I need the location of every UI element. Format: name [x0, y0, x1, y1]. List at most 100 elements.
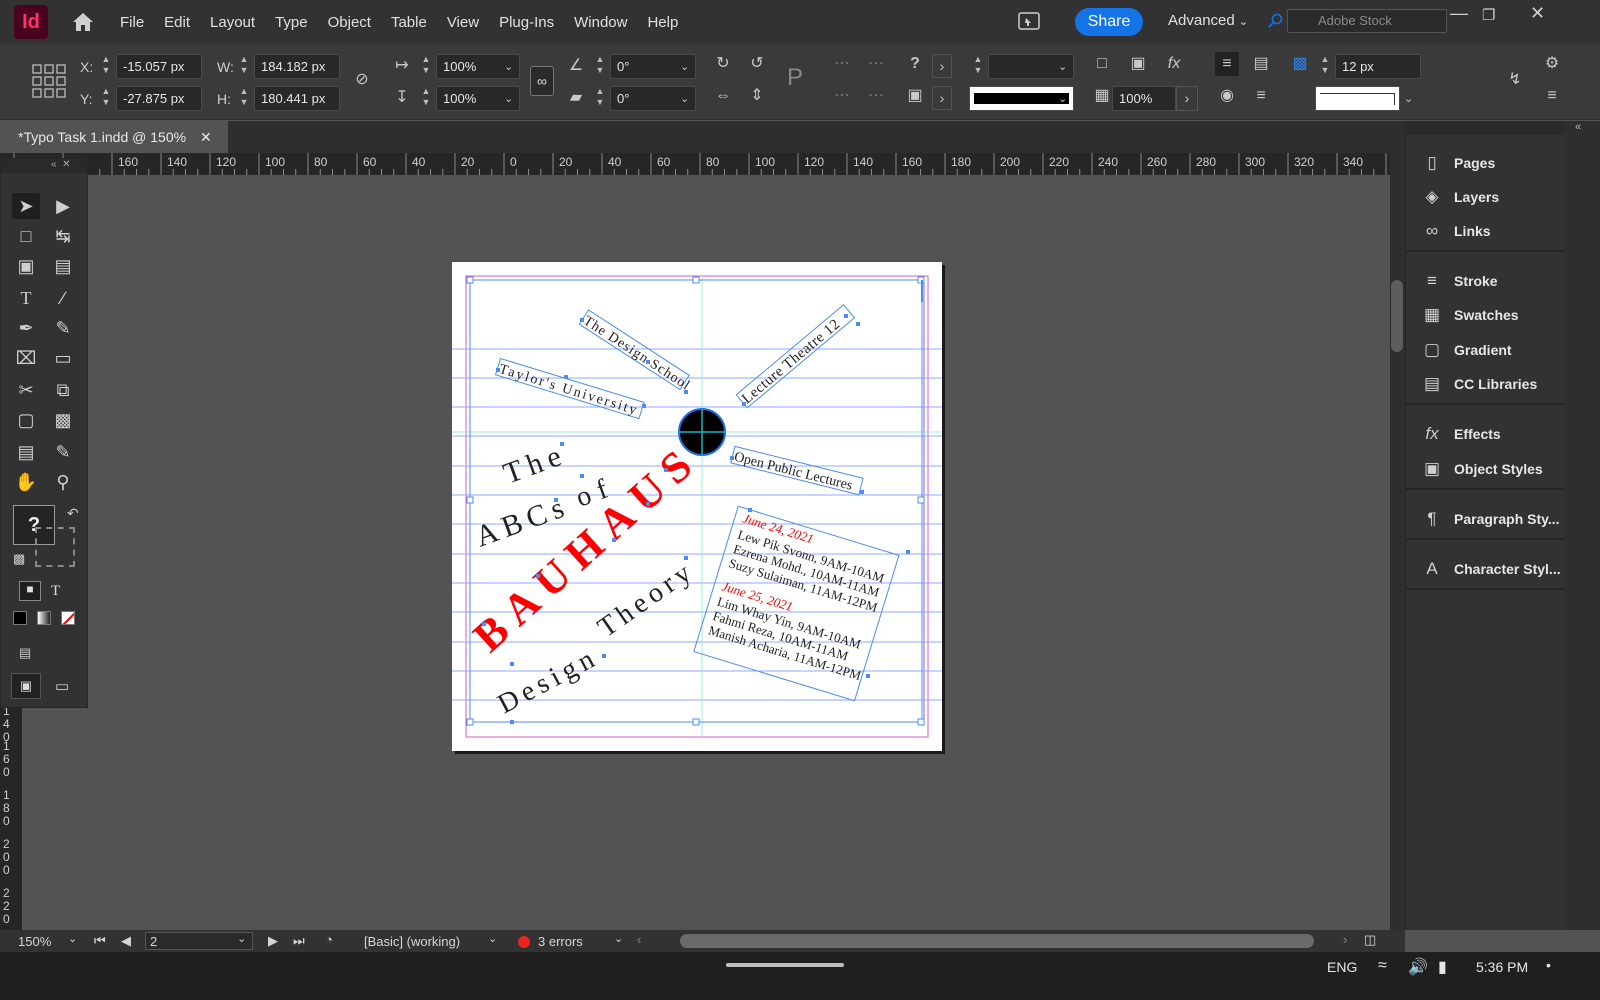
preview-view-icon[interactable]: ▭ [55, 677, 69, 695]
chevron-down-icon[interactable]: ⌄ [1404, 92, 1413, 105]
panel-stroke[interactable]: ≡ Stroke [1406, 266, 1566, 296]
page-tool-icon[interactable]: □ [12, 223, 40, 249]
text-lecture-theatre[interactable]: Lecture Theatre 12 [739, 316, 843, 407]
chevron-down-icon[interactable]: ⌄ [680, 92, 689, 105]
y-field[interactable]: -27.875 px [116, 86, 202, 111]
notification-dot-icon[interactable]: • [1546, 957, 1551, 973]
default-fill-stroke-icon[interactable]: ▩ [13, 551, 25, 567]
apply-color-icon[interactable] [13, 611, 27, 625]
text-wrap-bbox-icon[interactable]: ▤ [1249, 52, 1273, 76]
flip-vertical-icon[interactable]: ⇕ [745, 84, 769, 108]
chevron-down-icon[interactable]: ⌄ [680, 60, 689, 73]
menu-window[interactable]: Window [564, 14, 637, 31]
menu-table[interactable]: Table [381, 14, 437, 31]
gradient-swatch-tool-icon[interactable]: ▢ [12, 407, 40, 433]
pen-tool-icon[interactable]: ✒ [12, 315, 40, 341]
menu-plugins[interactable]: Plug-Ins [489, 14, 564, 31]
apply-none-icon[interactable] [61, 611, 75, 625]
corner-options-icon[interactable]: ▩ [1288, 52, 1312, 76]
restore-icon[interactable]: ❐ [1482, 6, 1495, 24]
note-tool-icon[interactable]: ▤ [12, 439, 40, 465]
previous-page-icon[interactable]: ◀ [121, 933, 131, 949]
adobe-stock-search[interactable]: Adobe Stock [1287, 9, 1447, 33]
chevron-right-icon[interactable]: › [932, 86, 952, 110]
scissors-tool-icon[interactable]: ✂ [12, 377, 40, 403]
scroll-left-icon[interactable]: ‹ [637, 932, 641, 947]
close-tab-icon[interactable]: ✕ [200, 129, 212, 145]
chevron-down-icon[interactable]: ⌄ [68, 932, 77, 945]
text-design-school[interactable]: The Design School [580, 314, 692, 394]
select-container-icon[interactable]: ⋯ [830, 52, 854, 76]
rotate-cw-icon[interactable]: ↻ [711, 52, 735, 76]
schedule-block[interactable]: June 24, 2021 Lew Pik Svonn, 9AM-10AM Ez… [693, 505, 900, 702]
chevron-down-icon[interactable]: ⌄ [614, 932, 623, 945]
panel-gradient[interactable]: ▢ Gradient [1406, 335, 1566, 365]
rotate-ccw-icon[interactable]: ↺ [745, 52, 769, 76]
corner-shape-dropdown[interactable] [1315, 86, 1400, 111]
chevron-down-icon[interactable]: ⌄ [504, 92, 513, 105]
drop-shadow-icon[interactable]: ▣ [1126, 52, 1150, 76]
scroll-right-icon[interactable]: › [1343, 932, 1347, 947]
help-question-icon[interactable]: ? [903, 52, 927, 76]
volume-icon[interactable]: 🔊 [1408, 957, 1428, 977]
close-window-icon[interactable]: ✕ [1530, 3, 1545, 24]
text-theory[interactable]: Theory [592, 555, 701, 644]
reference-point-icon[interactable] [32, 64, 66, 98]
chevron-down-icon[interactable]: ⌄ [1058, 60, 1067, 73]
content-placer-icon[interactable]: ▤ [49, 253, 77, 279]
type-tool-icon[interactable]: T [12, 285, 40, 311]
h-stepper[interactable]: ▲ ▼ [235, 86, 253, 111]
panel-object-styles[interactable]: ▣ Object Styles [1406, 454, 1566, 484]
opacity-field[interactable]: 100% [1112, 86, 1176, 111]
quick-actions-icon[interactable]: ↯ [1503, 68, 1527, 92]
vertical-scrollbar[interactable] [1390, 153, 1405, 930]
publish-online-icon[interactable] [1017, 10, 1041, 32]
document-tab[interactable]: *Typo Task 1.indd @ 150% ✕ [0, 121, 228, 153]
line-tool-icon[interactable]: ∕ [49, 285, 77, 311]
hand-tool-icon[interactable]: ✋ [12, 469, 40, 495]
panel-links[interactable]: ∞ Links [1406, 216, 1566, 246]
stroke-weight-stepper[interactable]: ▲ ▼ [969, 54, 987, 79]
text-wrap-shape-icon[interactable]: ◉ [1215, 84, 1239, 108]
free-transform-tool-icon[interactable]: ⧉ [49, 377, 77, 403]
menu-object[interactable]: Object [318, 14, 381, 31]
minimize-icon[interactable]: — [1450, 3, 1468, 24]
pencil-tool-icon[interactable]: ✎ [49, 315, 77, 341]
menu-edit[interactable]: Edit [154, 14, 200, 31]
panel-pages[interactable]: ▯ Pages [1406, 148, 1566, 178]
panel-menu-icon[interactable]: ≡ [1540, 84, 1564, 108]
formatting-text-icon[interactable]: T [51, 583, 60, 600]
clock[interactable]: 5:36 PM [1476, 959, 1528, 975]
h-field[interactable]: 180.441 px [254, 86, 340, 111]
panel-swatches[interactable]: ▦ Swatches [1406, 300, 1566, 330]
chevron-down-icon[interactable]: ⌄ [1058, 92, 1067, 105]
w-stepper[interactable]: ▲ ▼ [235, 54, 253, 79]
horizontal-ruler[interactable]: 160 140 120 100 80 60 40 20 0 20 40 60 8… [0, 153, 1390, 175]
vertical-scrollbar-thumb[interactable] [1391, 280, 1403, 352]
first-page-icon[interactable]: ⏮ [94, 933, 106, 949]
content-collector-icon[interactable]: ▣ [12, 253, 40, 279]
tools-panel-header[interactable]: « ✕ [1, 159, 87, 173]
text-taylors-university[interactable]: Taylor's University [497, 362, 640, 419]
w-field[interactable]: 184.182 px [254, 54, 340, 79]
wifi-icon[interactable]: ≈ [1378, 957, 1387, 975]
eyedropper-tool-icon[interactable]: ✎ [49, 439, 77, 465]
gear-icon[interactable]: ⚙ [1540, 52, 1564, 76]
menu-help[interactable]: Help [637, 14, 688, 31]
preflight-profile[interactable]: [Basic] (working) [364, 934, 460, 949]
panel-cc-libraries[interactable]: ▤ CC Libraries [1406, 369, 1566, 399]
collapse-panels-icon[interactable]: « [1575, 121, 1581, 133]
share-button[interactable]: Share [1075, 8, 1143, 36]
workspace-switcher[interactable]: Advanced ⌄ [1168, 12, 1248, 29]
selection-tool-icon[interactable]: ➤ [12, 193, 40, 219]
text-wrap-none-icon[interactable]: ≡ [1215, 52, 1239, 76]
select-content-icon[interactable]: ⋯ [864, 52, 888, 76]
gap-tool-icon[interactable]: ↹ [49, 223, 77, 249]
zoom-tool-icon[interactable]: ⚲ [49, 469, 77, 495]
language-indicator[interactable]: ENG [1327, 959, 1357, 975]
select-next-icon[interactable]: ⋯ [864, 84, 888, 108]
scale-y-stepper[interactable]: ▲ ▼ [417, 86, 435, 111]
dock-header[interactable] [1406, 121, 1566, 135]
chevron-down-icon[interactable]: ⌄ [488, 932, 497, 945]
link-icon[interactable]: ∞ [530, 66, 554, 96]
